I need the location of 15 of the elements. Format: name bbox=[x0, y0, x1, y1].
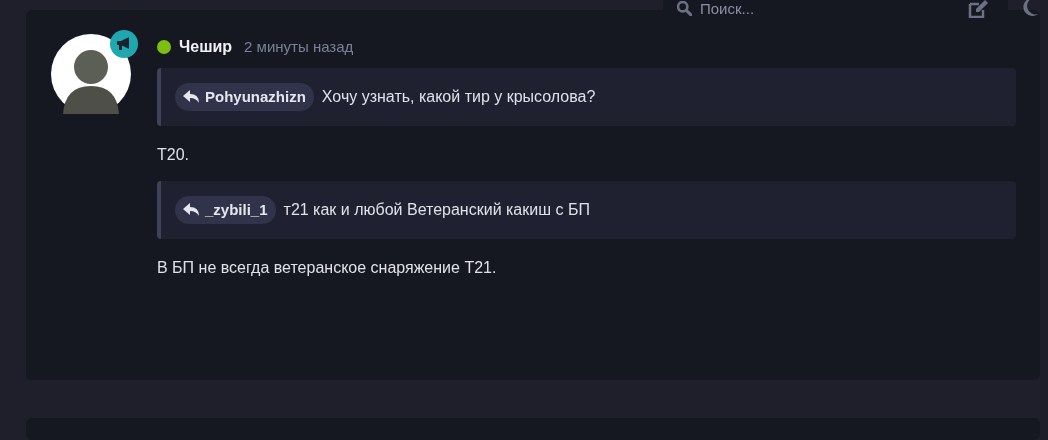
author-name[interactable]: Чешир bbox=[179, 35, 233, 59]
post-text: Т20. bbox=[157, 145, 190, 165]
search-icon bbox=[677, 1, 692, 16]
quote-text: Хочу узнать, какой тир у крысолова? bbox=[321, 87, 596, 107]
quoted-user-link[interactable]: Pohyunazhizn bbox=[175, 83, 314, 111]
quoted-user-link[interactable]: _zybili_1 bbox=[175, 196, 276, 224]
quote-text: т21 как и любой Ветеранский какиш с БП bbox=[283, 200, 590, 220]
reply-arrow-icon bbox=[183, 90, 200, 104]
post-text: В БП не всегда ветеранское снаряжение Т21. bbox=[157, 258, 498, 278]
search-input[interactable]: Поиск... bbox=[700, 0, 900, 17]
edit-icon[interactable] bbox=[968, 0, 990, 18]
reply-arrow-icon bbox=[183, 203, 200, 217]
megaphone-icon bbox=[116, 37, 132, 51]
search-field[interactable]: Поиск... bbox=[663, 0, 945, 18]
post-time: 2 минуты назад bbox=[244, 36, 354, 57]
